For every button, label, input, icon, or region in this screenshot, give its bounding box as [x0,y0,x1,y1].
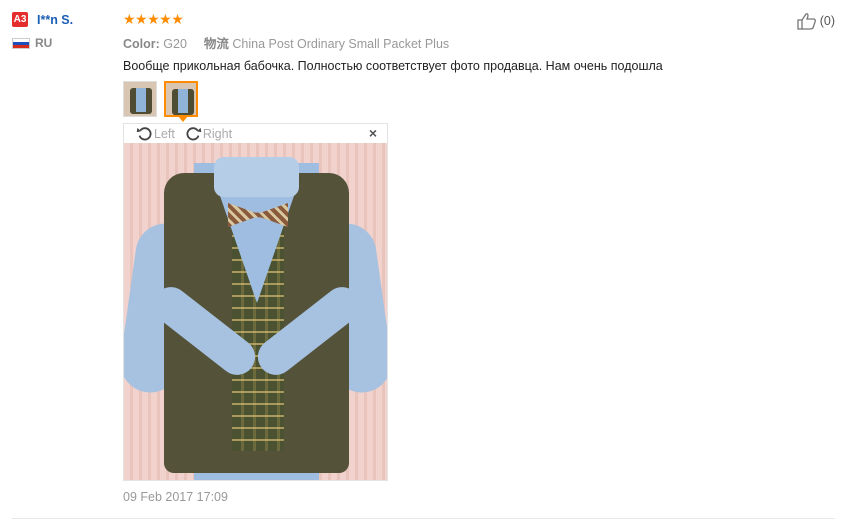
review-meta: Color: G20 物流 China Post Ordinary Small … [123,33,823,52]
viewer-toolbar: Left Right × [124,124,387,143]
rotate-left-label: Left [154,126,175,141]
country-code: RU [35,36,53,50]
rotate-left-icon [136,127,152,141]
reviewer-info: A3 I**n S. RU [12,12,112,50]
thumbs-up-icon [797,13,816,30]
shipping-value: China Post Ordinary Small Packet Plus [232,37,450,51]
active-thumb-pointer [178,116,188,122]
review-body: ★★★★★ Color: G20 物流 China Post Ordinary … [123,11,823,504]
rotate-left-button[interactable]: Left [136,125,175,142]
photo-thumbnail-active[interactable] [164,81,198,117]
review-text: Вообще прикольная бабочка. Полностью соо… [123,59,663,73]
review-date: 09 Feb 2017 17:09 [123,490,228,504]
photo-viewer: Left Right × [123,123,388,481]
level-badge: A3 [12,12,28,27]
photo-thumbnails [123,81,823,117]
photo-thumbnail[interactable] [123,81,157,117]
divider [12,518,835,519]
user-name[interactable]: I**n S. [37,13,73,27]
color-value: G20 [163,37,187,51]
helpful-button[interactable]: (0) [797,12,835,30]
review-photo [124,143,387,480]
rotate-right-label: Right [202,126,233,141]
helpful-count: (0) [819,14,835,28]
close-icon[interactable]: × [369,125,377,141]
russia-flag-icon [12,37,30,49]
color-label: Color: [123,37,160,51]
shipping-label: 物流 [203,37,229,51]
rotate-right-button[interactable]: Right [185,125,232,142]
user-row: A3 I**n S. [12,12,112,27]
country-row: RU [12,36,112,50]
rotate-right-icon [186,127,202,141]
star-rating: ★★★★★ [123,11,184,27]
